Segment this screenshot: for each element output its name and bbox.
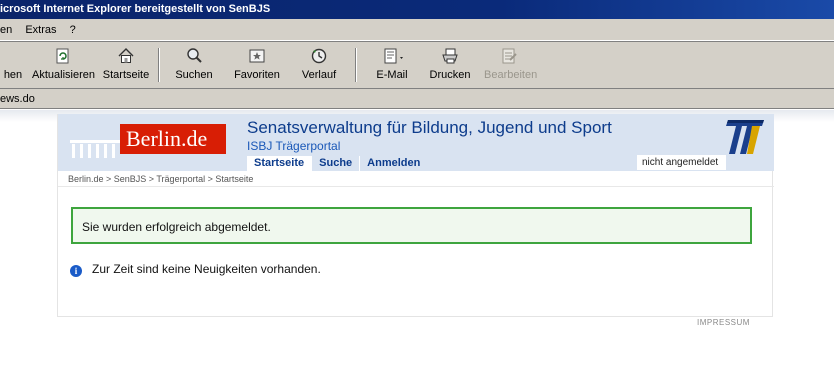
menu-bar: en Extras ? [0, 19, 834, 41]
edit-button: Bearbeiten [484, 46, 537, 86]
favorites-icon [247, 46, 267, 66]
berlin-de-wordmark: Berlin.de [120, 124, 226, 154]
page-viewport: Berlin.de Senatsverwaltung für Bildung, … [0, 110, 834, 372]
toolbar-separator [355, 48, 357, 82]
print-button[interactable]: Drucken [428, 46, 472, 86]
print-icon [440, 46, 460, 66]
window-title: icrosoft Internet Explorer bereitgestell… [0, 3, 271, 15]
window-title-bar[interactable]: icrosoft Internet Explorer bereitgestell… [0, 0, 834, 19]
toolbar: hen Aktualisieren Startseite Suchen Favo… [0, 41, 834, 89]
berlin-de-logo[interactable]: Berlin.de [68, 122, 228, 160]
news-info: i Zur Zeit sind keine Neuigkeiten vorhand… [70, 262, 321, 278]
favorites-button[interactable]: Favoriten [230, 46, 284, 86]
login-status: nicht angemeldet [637, 155, 726, 170]
site-title: Senatsverwaltung für Bildung, Jugend und… [247, 118, 612, 137]
menu-item-help[interactable]: ? [70, 24, 76, 36]
main-nav: Startseite Suche Anmelden [247, 156, 427, 171]
portal-page: Berlin.de Senatsverwaltung für Bildung, … [57, 114, 774, 317]
success-message: Sie wurden erfolgreich abgemeldet. [71, 207, 752, 244]
success-message-text: Sie wurden erfolgreich abgemeldet. [82, 220, 271, 234]
menu-item-ansicht[interactable]: en [0, 24, 12, 36]
impressum-link[interactable]: IMPRESSUM [697, 318, 750, 327]
news-info-text: Zur Zeit sind keine Neuigkeiten vorhande… [92, 262, 321, 276]
info-icon: i [70, 265, 82, 277]
menu-item-extras[interactable]: Extras [25, 24, 56, 36]
history-icon [309, 46, 329, 66]
home-icon [116, 46, 136, 66]
address-bar[interactable]: ews.do [0, 89, 834, 109]
tab-startseite[interactable]: Startseite [247, 156, 312, 171]
home-button[interactable]: Startseite [100, 46, 152, 86]
mail-button[interactable]: E-Mail [370, 46, 414, 86]
history-button[interactable]: Verlauf [297, 46, 341, 86]
site-subtitle: ISBJ Trägerportal [247, 139, 341, 153]
site-header: Berlin.de Senatsverwaltung für Bildung, … [58, 114, 774, 184]
breadcrumb: Berlin.de > SenBJS > Trägerportal > Star… [68, 174, 254, 184]
refresh-button[interactable]: Aktualisieren [32, 46, 95, 86]
edit-icon [499, 46, 519, 66]
tab-anmelden[interactable]: Anmelden [359, 156, 427, 171]
mail-icon [382, 46, 403, 66]
address-value: ews.do [0, 93, 35, 105]
toolbar-separator [158, 48, 160, 82]
header-divider [58, 186, 774, 187]
search-icon [184, 46, 204, 66]
isbj-logo [726, 120, 764, 154]
back-icon [3, 46, 23, 66]
tab-suche[interactable]: Suche [311, 156, 359, 171]
brandenburger-tor-icon [70, 140, 120, 158]
search-button[interactable]: Suchen [172, 46, 216, 86]
back-button[interactable]: hen [0, 46, 28, 86]
refresh-icon [52, 46, 72, 66]
